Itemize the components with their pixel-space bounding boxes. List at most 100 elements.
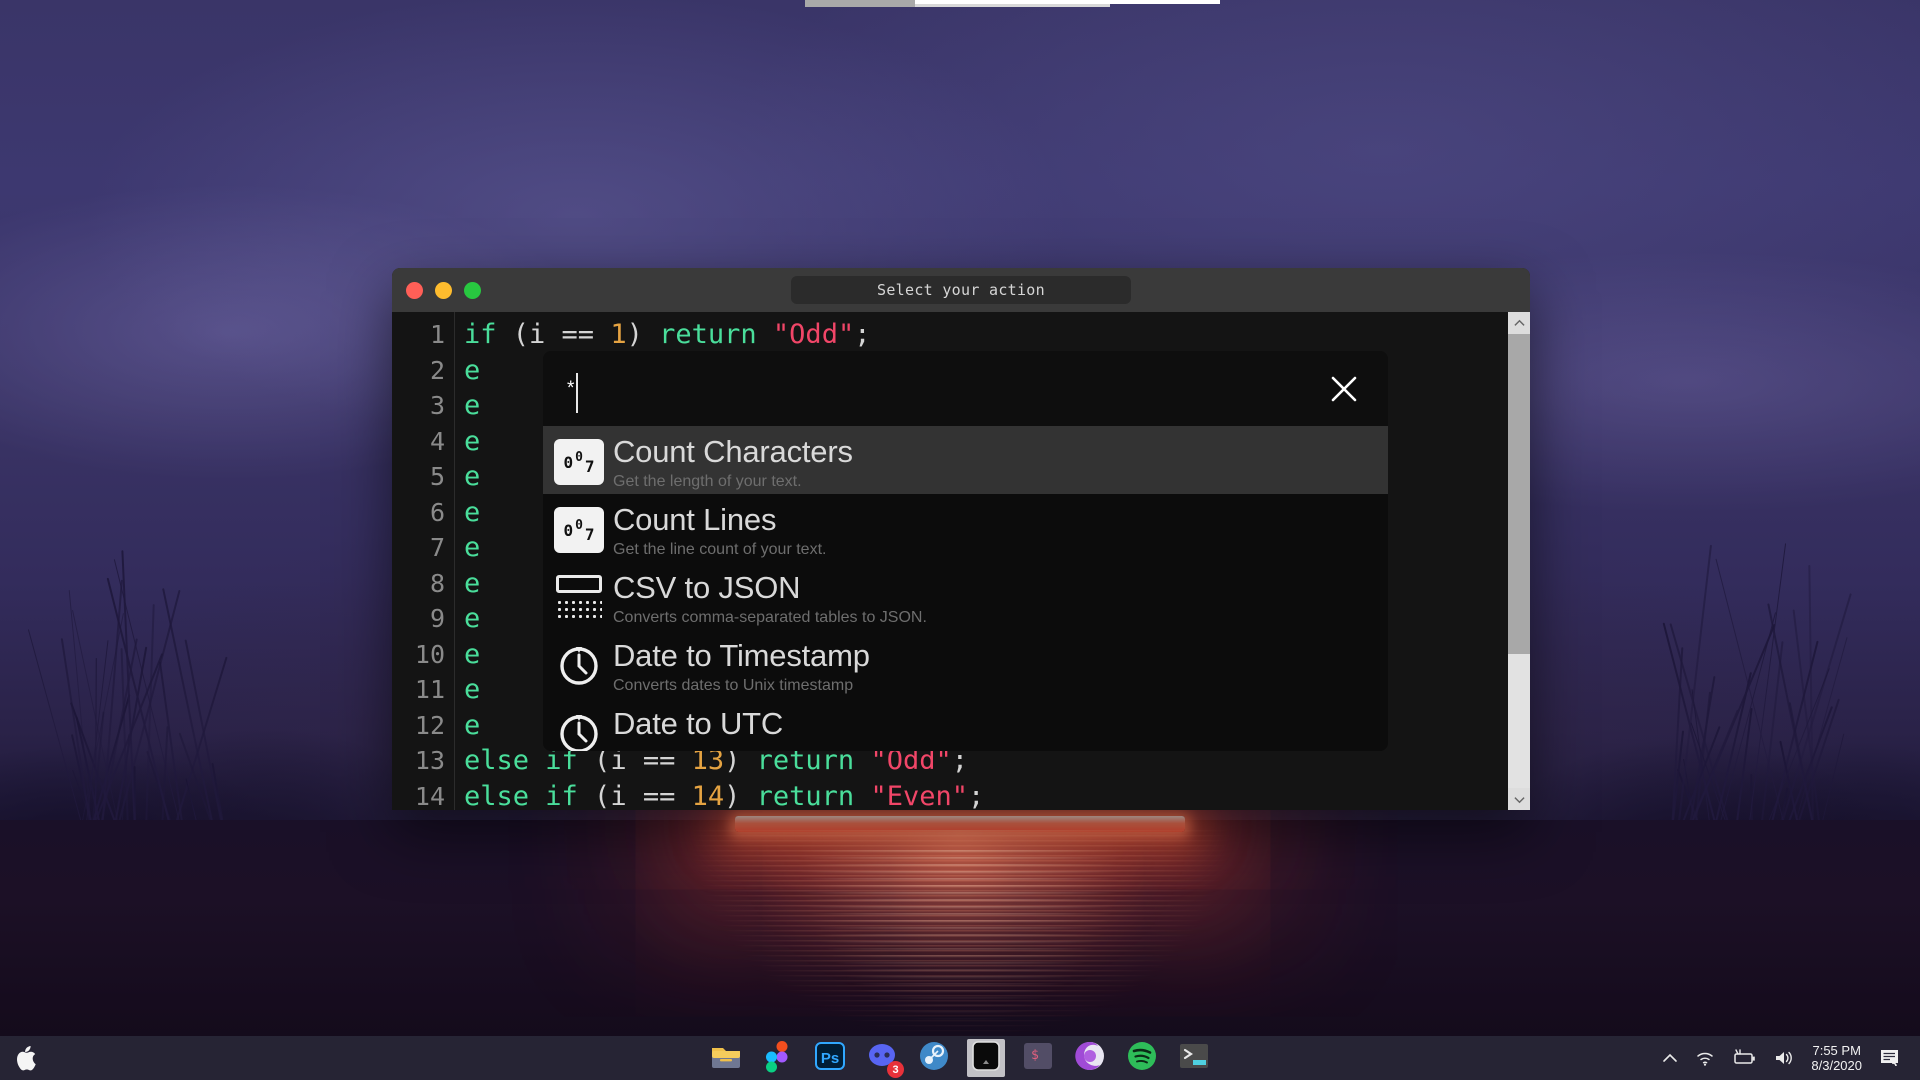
traffic-light-group [406, 282, 481, 299]
line-number: 8 [392, 566, 454, 602]
window-titlebar[interactable]: Select your action [392, 268, 1530, 312]
terminal-icon [1177, 1039, 1211, 1078]
result-text: CSV to JSON Converts comma-separated tabl… [607, 570, 1388, 629]
dock-item-app-dark[interactable] [967, 1039, 1005, 1077]
result-title: Count Characters [613, 434, 1388, 470]
code-token: e [464, 710, 480, 741]
result-icon [551, 570, 607, 626]
result-description: Converts dates to Unix timestamp [613, 675, 1388, 697]
result-description: Get the line count of your text. [613, 539, 1388, 561]
code-token: e [464, 674, 480, 705]
dock-item-terminal[interactable] [1175, 1039, 1213, 1077]
dock-item-photoshop[interactable]: Ps [811, 1039, 849, 1077]
counter-007-icon: 007 [554, 507, 604, 553]
code-token: return [757, 781, 855, 811]
code-token: e [464, 390, 480, 421]
notifications-icon[interactable] [1878, 1047, 1902, 1069]
code-token: == [545, 319, 610, 350]
result-icon [551, 706, 607, 751]
code-token: e [464, 603, 480, 634]
close-traffic-light[interactable] [406, 282, 423, 299]
result-text: Count Lines Get the line count of your te… [607, 502, 1388, 561]
close-icon[interactable] [1326, 371, 1362, 407]
editor-vertical-scrollbar[interactable] [1508, 312, 1530, 810]
dock-item-files[interactable] [707, 1039, 745, 1077]
line-number: 11 [392, 672, 454, 708]
line-number-gutter: 1 2 3 4 5 6 7 8 9 10 11 12 13 14 [392, 312, 455, 810]
taskbar-dock[interactable]: Ps 3 $ [707, 1036, 1213, 1080]
battery-charging-icon[interactable] [1731, 1049, 1757, 1067]
scroll-down-arrow-icon[interactable] [1508, 788, 1530, 810]
code-token: ; [968, 781, 984, 811]
dock-item-terminal-prompt[interactable]: $ [1019, 1039, 1057, 1077]
line-number: 6 [392, 495, 454, 531]
code-token [854, 781, 870, 811]
code-token: "Even" [870, 781, 968, 811]
code-line[interactable]: else if (i == 14) return "Even"; [455, 779, 1508, 811]
line-number: 13 [392, 743, 454, 779]
result-title: CSV to JSON [613, 570, 1388, 606]
figma-icon [761, 1039, 795, 1078]
notification-badge: 3 [887, 1061, 904, 1078]
result-title: Date to Timestamp [613, 638, 1388, 674]
system-tray[interactable]: 7:55 PM 8/3/2020 [1661, 1036, 1920, 1080]
code-token: e [464, 497, 480, 528]
taskbar[interactable]: Ps 3 $ 7:55 PM 8/3/2020 [0, 1036, 1920, 1080]
search-input-value: * [567, 378, 574, 400]
code-token: == [627, 781, 692, 811]
line-number: 1 [392, 317, 454, 353]
dock-item-spotify[interactable] [1123, 1039, 1161, 1077]
chevron-up-icon[interactable] [1661, 1049, 1679, 1067]
code-token: ( [578, 781, 611, 811]
code-token: e [464, 426, 480, 457]
spotify-icon [1125, 1039, 1159, 1078]
result-icon [551, 638, 607, 694]
command-palette-result-item[interactable]: 0 0 7 Count Characters Get the length of you… [543, 426, 1388, 494]
code-token: e [464, 355, 480, 386]
code-token: e [464, 639, 480, 670]
command-palette[interactable]: * 0 0 7 Count Characters Get the length of y… [543, 351, 1388, 751]
code-token: "Odd" [773, 319, 854, 350]
background-window-edge-right [915, 0, 1220, 4]
code-token: i [610, 781, 626, 811]
line-number: 5 [392, 459, 454, 495]
line-number: 9 [392, 601, 454, 637]
dock-item-steam[interactable] [915, 1039, 953, 1077]
dock-item-discord[interactable]: 3 [863, 1039, 901, 1077]
svg-text:Ps: Ps [821, 1050, 839, 1067]
command-palette-result-item[interactable]: CSV to JSON Converts comma-separated tabl… [543, 562, 1388, 630]
apple-logo-icon[interactable] [0, 1046, 52, 1071]
clock-time: 7:55 PM [1811, 1043, 1862, 1058]
clock[interactable]: 7:55 PM 8/3/2020 [1811, 1043, 1862, 1073]
result-text: Date to UTC [607, 706, 1388, 743]
result-title: Date to UTC [613, 706, 1388, 742]
code-token [757, 319, 773, 350]
background-window-edge[interactable] [805, 0, 1110, 7]
scrollbar-track[interactable] [1508, 654, 1530, 788]
command-palette-search-bar[interactable]: * [543, 351, 1388, 426]
photoshop-icon: Ps [813, 1039, 847, 1078]
code-token: e [464, 532, 480, 563]
line-number: 2 [392, 353, 454, 389]
code-token: ; [854, 319, 870, 350]
command-palette-result-item[interactable]: 0 0 7 Count Lines Get the line count of your… [543, 494, 1388, 562]
background-window-edge-left [805, 0, 915, 7]
dock-item-firefox[interactable] [1071, 1039, 1109, 1077]
scrollbar-thumb[interactable] [1508, 334, 1530, 654]
command-palette-result-item[interactable]: Date to UTC [543, 698, 1388, 751]
dock-item-figma[interactable] [759, 1039, 797, 1077]
code-token: ( [497, 319, 530, 350]
search-input[interactable]: * [567, 369, 578, 409]
command-palette-result-item[interactable]: Date to Timestamp Converts dates to Unix … [543, 630, 1388, 698]
command-palette-results[interactable]: 0 0 7 Count Characters Get the length of you… [543, 426, 1388, 751]
minimize-traffic-light[interactable] [435, 282, 452, 299]
speaker-icon[interactable] [1773, 1049, 1795, 1067]
code-line[interactable]: if (i == 1) return "Odd"; [455, 317, 1508, 353]
maximize-traffic-light[interactable] [464, 282, 481, 299]
scroll-up-arrow-icon[interactable] [1508, 312, 1530, 334]
svg-text:$: $ [1031, 1048, 1039, 1063]
wifi-icon[interactable] [1695, 1049, 1715, 1067]
clock-icon [555, 640, 603, 693]
code-token: 14 [692, 781, 725, 811]
code-token: ) [724, 781, 757, 811]
